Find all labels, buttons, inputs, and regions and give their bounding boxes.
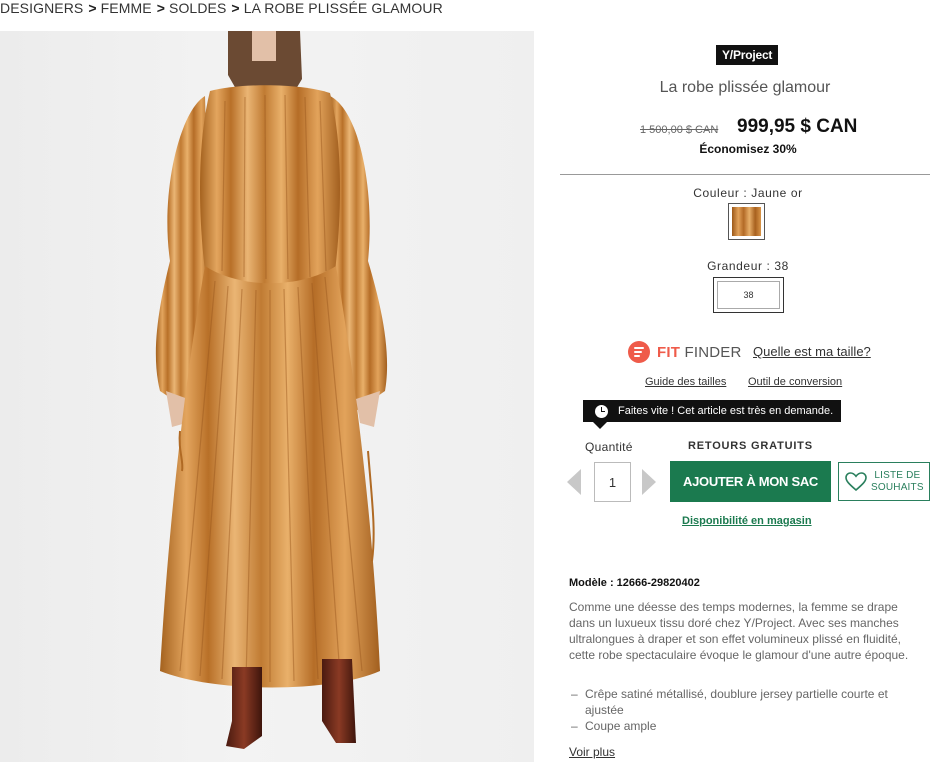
divider	[560, 174, 930, 175]
original-price: 1 500,00 $ CAN	[640, 124, 719, 136]
brand-badge[interactable]: Y/Project	[716, 45, 779, 65]
size-option-38[interactable]: 38	[713, 277, 784, 313]
urgency-text: Faites vite ! Cet article est très en de…	[618, 405, 834, 417]
breadcrumb: DESIGNERS > FEMME > SOLDES > LA ROBE PLISSÉE G…	[0, 0, 443, 20]
wishlist-button[interactable]: LISTE DE SOUHAITS	[838, 462, 930, 501]
breadcrumb-separator: >	[88, 0, 97, 16]
feature-item: Coupe ample	[569, 718, 925, 734]
savings-text: Économisez 30%	[699, 142, 797, 156]
urgency-tooltip: Faites vite ! Cet article est très en de…	[583, 400, 841, 429]
conversion-tool-link[interactable]: Outil de conversion	[748, 376, 842, 388]
color-label: Couleur : Jaune or	[693, 186, 803, 200]
breadcrumb-femme[interactable]: FEMME	[101, 0, 152, 16]
fit-finder-rest: FINDER	[684, 343, 742, 361]
product-title: La robe plissée glamour	[659, 79, 831, 96]
quantity-increase-button[interactable]	[642, 469, 656, 495]
wishlist-label-line1: LISTE DE	[874, 469, 921, 481]
see-more-link[interactable]: Voir plus	[569, 745, 615, 759]
free-returns-text: RETOURS GRATUITS	[688, 440, 813, 452]
breadcrumb-separator: >	[231, 0, 240, 16]
quantity-label: Quantité	[585, 440, 633, 454]
breadcrumb-separator: >	[156, 0, 165, 16]
store-availability-link[interactable]: Disponibilité en magasin	[682, 515, 812, 527]
feature-item: Crêpe satiné métallisé, doublure jersey …	[569, 686, 925, 718]
heart-icon	[845, 471, 867, 491]
model-number: Modèle : 12666-29820402	[569, 577, 700, 589]
color-swatch-jaune-or[interactable]	[728, 203, 765, 240]
fit-finder-link[interactable]: Quelle est ma taille?	[753, 344, 871, 359]
product-image[interactable]	[0, 31, 534, 762]
add-to-bag-button[interactable]: AJOUTER À MON SAC	[670, 461, 831, 502]
quantity-decrease-button[interactable]	[567, 469, 581, 495]
size-option-label: 38	[717, 281, 780, 309]
wishlist-label: LISTE DE SOUHAITS	[871, 470, 924, 494]
breadcrumb-soldes[interactable]: SOLDES	[169, 0, 226, 16]
fit-finder-logo: FIT FINDER	[628, 341, 742, 363]
wishlist-label-line2: SOUHAITS	[871, 481, 924, 493]
dress-illustration	[155, 31, 388, 749]
breadcrumb-current: LA ROBE PLISSÉE GLAMOUR	[243, 0, 443, 16]
product-description: Comme une déesse des temps modernes, la …	[569, 600, 909, 662]
size-guide-link[interactable]: Guide des tailles	[645, 376, 726, 388]
fit-finder-logo-icon	[628, 341, 650, 363]
swatch-fill	[732, 207, 761, 236]
quantity-input[interactable]	[594, 462, 631, 502]
fit-finder-bold: FIT	[657, 343, 681, 361]
breadcrumb-designers[interactable]: DESIGNERS	[0, 0, 83, 16]
clock-icon	[595, 404, 608, 418]
sale-price: 999,95 $ CAN	[737, 116, 858, 137]
feature-list: Crêpe satiné métallisé, doublure jersey …	[569, 686, 925, 734]
size-label: Grandeur : 38	[707, 259, 789, 273]
fit-finder-text: FIT FINDER	[657, 344, 742, 361]
